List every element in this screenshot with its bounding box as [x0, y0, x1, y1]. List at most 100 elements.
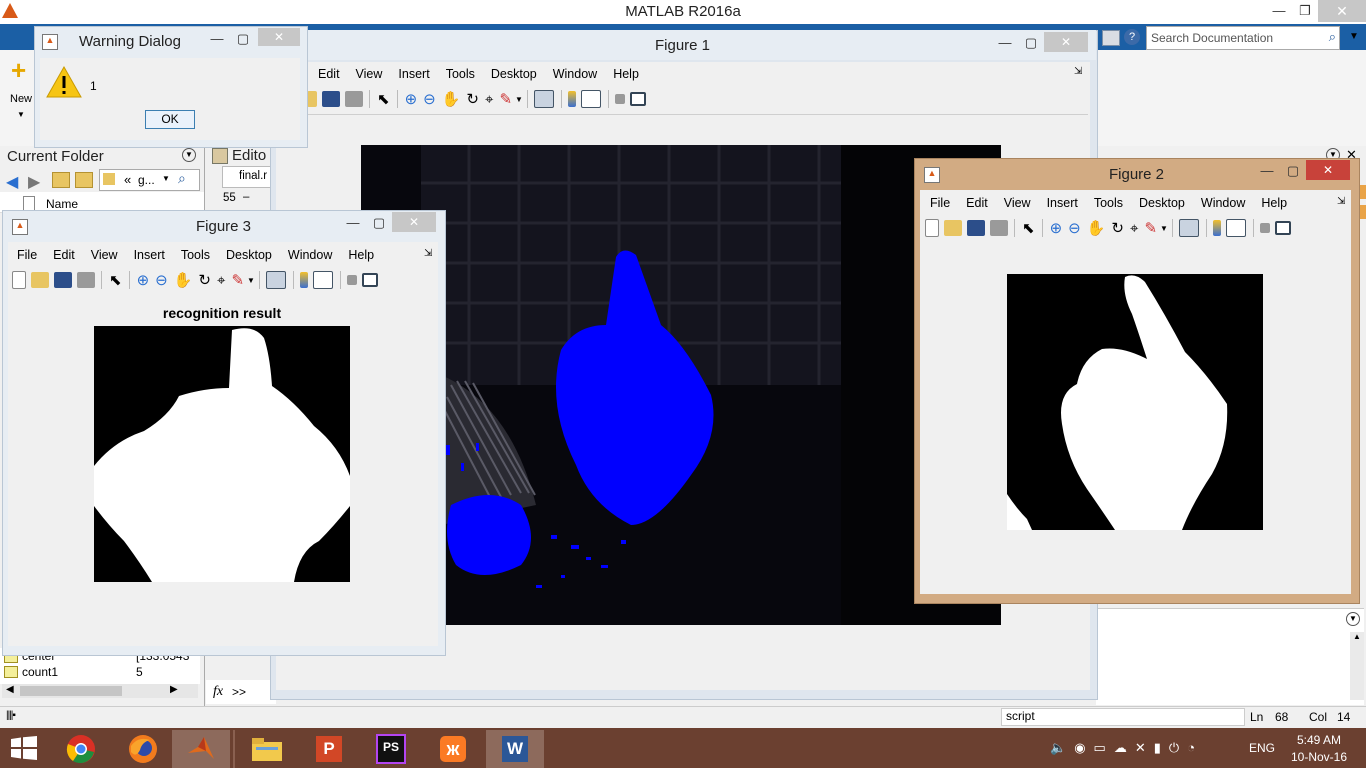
zoom-in-icon[interactable]: ⊕	[137, 271, 150, 289]
wifi-icon[interactable]: ◔	[1187, 740, 1195, 756]
menu-view[interactable]: View	[348, 67, 391, 81]
figure3-maximize-button[interactable]: ▢	[362, 212, 396, 234]
var-name[interactable]: count1	[22, 665, 58, 679]
legend-icon[interactable]	[1226, 219, 1247, 237]
hide-tools-icon[interactable]	[1260, 223, 1271, 233]
chrome-icon[interactable]	[52, 730, 110, 768]
search-input[interactable]: Search Documentation ⌕	[1146, 26, 1340, 50]
zoom-in-icon[interactable]: ⊕	[405, 90, 418, 108]
figure3-dock-icon[interactable]: ⇲	[424, 248, 432, 259]
menu-view[interactable]: View	[83, 248, 126, 262]
figure1-maximize-button[interactable]: ▢	[1014, 32, 1048, 54]
windows-start-icon[interactable]	[10, 736, 38, 760]
menu-insert[interactable]: Insert	[126, 248, 173, 262]
link-plot-icon[interactable]	[266, 271, 287, 289]
rotate-icon[interactable]: ↻	[198, 271, 211, 289]
pointer-icon[interactable]: ⬉	[377, 90, 390, 108]
data-cursor-icon[interactable]: ⌖	[1130, 220, 1138, 237]
new-script-icon[interactable]: +	[11, 57, 31, 83]
up-folder-icon[interactable]	[52, 172, 70, 188]
menu-desktop[interactable]: Desktop	[218, 248, 280, 262]
firefox-icon[interactable]	[114, 730, 172, 768]
scroll-thumb[interactable]	[20, 686, 122, 696]
forward-icon[interactable]: ▶	[28, 172, 40, 192]
help-icon[interactable]: ?	[1124, 29, 1140, 45]
brush-dropdown-icon[interactable]: ▼	[1160, 224, 1168, 233]
menu-edit[interactable]: Edit	[310, 67, 348, 81]
network-icon[interactable]: ✕	[1135, 740, 1146, 756]
new-figure-icon[interactable]	[11, 271, 26, 289]
link-plot-icon[interactable]	[534, 90, 555, 108]
menu-edit[interactable]: Edit	[958, 196, 996, 210]
menu-tools[interactable]: Tools	[173, 248, 218, 262]
print-icon[interactable]	[989, 220, 1008, 236]
menu-tools[interactable]: Tools	[438, 67, 483, 81]
brush-icon[interactable]: ✎	[499, 90, 512, 108]
legend-icon[interactable]	[313, 271, 334, 289]
browse-folder-icon[interactable]	[75, 172, 93, 188]
workspace-scrollbar[interactable]: ◀ ▶	[2, 684, 198, 698]
show-tools-icon[interactable]	[362, 273, 379, 287]
status-grip-icon[interactable]: ||||▪	[6, 710, 16, 721]
menu-desktop[interactable]: Desktop	[483, 67, 545, 81]
brush-dropdown-icon[interactable]: ▼	[515, 95, 523, 104]
matlab-taskbar-icon[interactable]	[172, 730, 230, 768]
panel-menu-icon[interactable]: ▼	[182, 148, 196, 162]
menu-view[interactable]: View	[996, 196, 1039, 210]
warning-ok-button[interactable]: OK	[145, 110, 195, 129]
open-icon[interactable]	[306, 91, 317, 107]
zoom-out-icon[interactable]: ⊖	[1068, 219, 1081, 237]
scroll-left-icon[interactable]: ◀	[6, 684, 14, 695]
save-icon[interactable]	[53, 272, 72, 288]
open-icon[interactable]	[30, 272, 49, 288]
battery-icon[interactable]: ▮	[1154, 740, 1161, 756]
show-tools-icon[interactable]	[1275, 221, 1292, 235]
clock-time[interactable]: 5:49 AM	[1286, 733, 1352, 747]
path-box[interactable]: « g... ▼ ⌕	[99, 169, 200, 191]
right-panel-scrollbar[interactable]: ▲	[1350, 632, 1364, 700]
menu-help[interactable]: Help	[605, 67, 647, 81]
word-icon[interactable]: W	[486, 730, 544, 768]
print-icon[interactable]	[76, 272, 95, 288]
menu-edit[interactable]: Edit	[45, 248, 83, 262]
phpstorm-icon[interactable]: PS	[362, 730, 420, 768]
volume-icon[interactable]: 🔈	[1050, 740, 1066, 756]
editor-tab[interactable]: final.r	[222, 166, 274, 188]
zoom-out-icon[interactable]: ⊖	[423, 90, 436, 108]
figure1-close-button[interactable]: ✕	[1044, 32, 1088, 52]
menu-file[interactable]: File	[9, 248, 45, 262]
menu-window[interactable]: Window	[1193, 196, 1253, 210]
menu-help[interactable]: Help	[340, 248, 382, 262]
colorbar-icon[interactable]	[300, 272, 309, 288]
clock-date[interactable]: 10-Nov-16	[1286, 750, 1352, 764]
colorbar-icon[interactable]	[568, 91, 577, 107]
hide-tools-icon[interactable]	[347, 275, 358, 285]
link-plot-icon[interactable]	[1179, 219, 1200, 237]
menu-insert[interactable]: Insert	[1039, 196, 1086, 210]
zoom-out-icon[interactable]: ⊖	[155, 271, 168, 289]
menu-tools[interactable]: Tools	[1086, 196, 1131, 210]
powerpoint-icon[interactable]: P	[300, 730, 358, 768]
open-icon[interactable]	[943, 220, 962, 236]
path-dropdown-icon[interactable]: ▼	[162, 174, 170, 183]
cloud-icon[interactable]: ☁	[1114, 740, 1127, 756]
pan-icon[interactable]: ✋	[174, 271, 193, 289]
fx-icon[interactable]: fx	[213, 684, 223, 700]
scroll-right-icon[interactable]: ▶	[170, 684, 178, 695]
menu-window[interactable]: Window	[545, 67, 605, 81]
name-column-header[interactable]: Name	[46, 197, 78, 211]
pointer-icon[interactable]: ⬉	[1022, 219, 1035, 237]
show-tools-icon[interactable]	[630, 92, 647, 106]
save-icon[interactable]	[321, 91, 340, 107]
warning-close-button[interactable]: ✕	[258, 28, 300, 46]
data-cursor-icon[interactable]: ⌖	[217, 272, 225, 289]
pan-icon[interactable]: ✋	[442, 90, 461, 108]
pan-icon[interactable]: ✋	[1087, 219, 1106, 237]
back-icon[interactable]: ◀	[6, 172, 18, 192]
figure3-close-button[interactable]: ✕	[392, 212, 436, 232]
save-icon[interactable]	[966, 220, 985, 236]
brush-dropdown-icon[interactable]: ▼	[247, 276, 255, 285]
rotate-icon[interactable]: ↻	[1111, 219, 1124, 237]
figure2-close-button[interactable]: ✕	[1306, 160, 1350, 180]
rotate-icon[interactable]: ↻	[466, 90, 479, 108]
